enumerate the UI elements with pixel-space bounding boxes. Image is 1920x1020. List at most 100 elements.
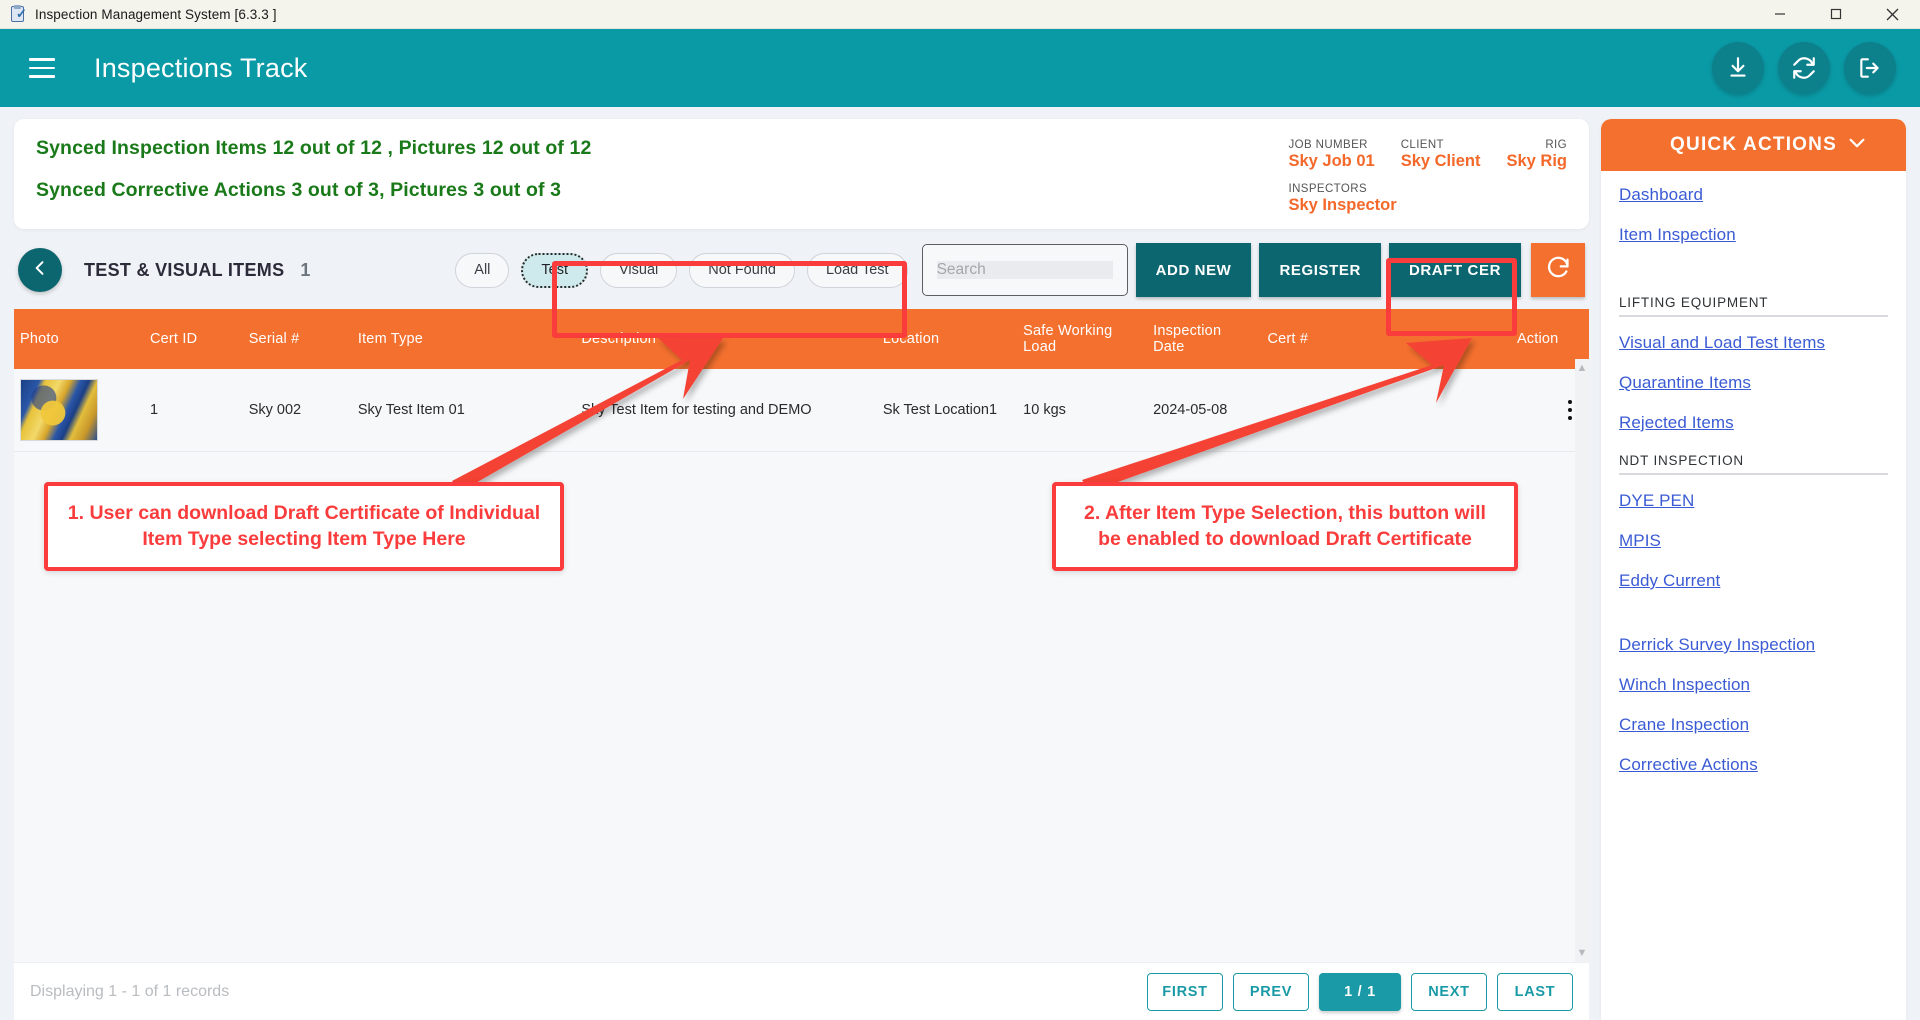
table-footer: Displaying 1 - 1 of 1 records FIRST PREV…	[14, 962, 1589, 1020]
cell-photo	[14, 369, 144, 452]
window-title-bar: ✓ Inspection Management System [6.3.3 ]	[0, 0, 1920, 29]
table-header-row: Photo Cert ID Serial # Item Type Descrip…	[14, 309, 1589, 369]
cell-spacer	[1375, 369, 1511, 452]
maximize-icon[interactable]	[1808, 0, 1864, 29]
col-safe-working-load: Safe Working Load	[1017, 309, 1148, 369]
cell-description: Sky Test Item for testing and DEMO	[575, 369, 877, 452]
quick-link-winch-inspection[interactable]: Winch Inspection	[1619, 675, 1888, 695]
filter-chip-test[interactable]: Test	[521, 252, 588, 288]
sync-button[interactable]	[1778, 42, 1830, 94]
minimize-icon[interactable]	[1752, 0, 1808, 29]
quick-actions-title: QUICK ACTIONS	[1670, 134, 1837, 155]
quick-link-derrick-survey-inspection[interactable]: Derrick Survey Inspection	[1619, 635, 1888, 655]
sync-status-card: Synced Inspection Items 12 out of 12 , P…	[14, 119, 1589, 229]
cell-cert-no	[1261, 369, 1376, 452]
job-number-field: JOB NUMBER Sky Job 01	[1288, 139, 1374, 171]
items-toolbar: TEST & VISUAL ITEMS 1 All Test Visual No…	[14, 229, 1589, 309]
col-spacer	[1375, 309, 1511, 369]
quick-actions-header[interactable]: QUICK ACTIONS	[1601, 119, 1906, 171]
quick-link-rejected-items[interactable]: Rejected Items	[1619, 413, 1888, 433]
add-new-button[interactable]: ADD NEW	[1135, 243, 1252, 297]
client-field: CLIENT Sky Client	[1401, 139, 1481, 171]
inspectors-label: INSPECTORS	[1288, 183, 1368, 195]
records-count-text: Displaying 1 - 1 of 1 records	[30, 982, 230, 1000]
page-title: Inspections Track	[94, 52, 308, 83]
download-button[interactable]	[1712, 42, 1764, 94]
annotation-note-2: 2. After Item Type Selection, this butto…	[1052, 482, 1518, 571]
quick-link-mpis[interactable]: MPIS	[1619, 531, 1888, 551]
rig-value: Sky Rig	[1506, 152, 1567, 170]
items-table: Photo Cert ID Serial # Item Type Descrip…	[14, 309, 1589, 962]
register-button[interactable]: REGISTER	[1259, 243, 1381, 297]
draft-cer-button[interactable]: DRAFT CER	[1388, 243, 1521, 297]
refresh-button[interactable]	[1531, 243, 1585, 297]
pagination-next-button[interactable]: NEXT	[1411, 972, 1487, 1011]
sync-status-lines: Synced Inspection Items 12 out of 12 , P…	[36, 137, 1288, 202]
close-icon[interactable]	[1864, 0, 1920, 29]
table-scrollbar[interactable]: ▲ ▼	[1575, 359, 1589, 962]
col-serial: Serial #	[242, 309, 352, 369]
quick-actions-gap-1	[1619, 265, 1888, 289]
item-thumbnail[interactable]	[20, 379, 98, 441]
job-info-panel: JOB NUMBER Sky Job 01 CLIENT Sky Client …	[1288, 137, 1567, 215]
search-box[interactable]	[921, 244, 1128, 296]
pagination-current-page[interactable]: 1 / 1	[1319, 972, 1401, 1011]
client-label: CLIENT	[1400, 139, 1444, 151]
quick-link-dye-pen[interactable]: DYE PEN	[1619, 491, 1888, 511]
job-number-value: Sky Job 01	[1288, 152, 1375, 170]
chevron-left-icon	[30, 258, 50, 283]
cell-inspection-date: 2024-05-08	[1147, 369, 1262, 452]
col-description: Description	[575, 309, 877, 369]
col-inspection-date: Inspection Date	[1147, 309, 1262, 369]
rig-label: RIG	[1545, 139, 1567, 151]
col-cert-no: Cert #	[1261, 309, 1376, 369]
pagination: FIRST PREV 1 / 1 NEXT LAST	[1147, 972, 1573, 1011]
filter-chip-not-found[interactable]: Not Found	[689, 252, 795, 288]
quick-group-ndt-inspection: NDT INSPECTION	[1619, 453, 1888, 475]
filter-chip-visual[interactable]: Visual	[600, 252, 678, 288]
pagination-last-button[interactable]: LAST	[1497, 972, 1573, 1011]
table-row[interactable]: 1 Sky 002 Sky Test Item 01 Sky Test Item…	[14, 369, 1589, 452]
col-photo: Photo	[14, 309, 144, 369]
pagination-first-button[interactable]: FIRST	[1147, 972, 1223, 1011]
sync-icon	[1791, 55, 1817, 81]
download-icon	[1725, 55, 1751, 81]
cell-item-type: Sky Test Item 01	[351, 369, 576, 452]
chevron-down-icon[interactable]	[1846, 132, 1868, 159]
filter-chip-load-test[interactable]: Load Test	[806, 252, 908, 288]
cell-serial: Sky 002	[242, 369, 352, 452]
section-count: 1	[300, 259, 311, 280]
rig-field: RIG Sky Rig	[1506, 139, 1567, 171]
inspectors-field: INSPECTORS Sky Inspector	[1288, 183, 1567, 215]
logout-button[interactable]	[1844, 42, 1896, 94]
logout-icon	[1857, 55, 1883, 81]
quick-link-eddy-current[interactable]: Eddy Current	[1619, 571, 1888, 591]
filter-chip-all[interactable]: All	[455, 252, 510, 288]
col-item-type: Item Type	[351, 309, 576, 369]
quick-group-lifting-equipment: LIFTING EQUIPMENT	[1619, 295, 1888, 317]
quick-link-visual-and-load-test-items[interactable]: Visual and Load Test Items	[1619, 333, 1888, 353]
scroll-up-icon[interactable]: ▲	[1577, 362, 1588, 374]
quick-link-quarantine-items[interactable]: Quarantine Items	[1619, 373, 1888, 393]
cell-cert-id: 1	[143, 369, 243, 452]
quick-link-item-inspection[interactable]: Item Inspection	[1619, 225, 1888, 245]
col-cert-id: Cert ID	[143, 309, 243, 369]
scroll-down-icon[interactable]: ▼	[1577, 947, 1588, 959]
search-input[interactable]	[936, 261, 1113, 279]
inspectors-value: Sky Inspector	[1288, 196, 1397, 214]
col-location: Location	[876, 309, 1018, 369]
client-value: Sky Client	[1400, 152, 1481, 170]
back-button[interactable]	[18, 248, 62, 292]
app-bar-actions	[1712, 42, 1896, 94]
app-bar: Inspections Track	[0, 29, 1920, 107]
quick-link-crane-inspection[interactable]: Crane Inspection	[1619, 715, 1888, 735]
quick-link-corrective-actions[interactable]: Corrective Actions	[1619, 755, 1888, 775]
pagination-prev-button[interactable]: PREV	[1233, 972, 1309, 1011]
annotation-note-1: 1. User can download Draft Certificate o…	[44, 482, 564, 571]
hamburger-menu-icon[interactable]	[20, 46, 64, 90]
section-title: TEST & VISUAL ITEMS	[84, 259, 285, 280]
refresh-icon	[1545, 254, 1572, 286]
quick-actions-list: Dashboard Item Inspection LIFTING EQUIPM…	[1601, 171, 1906, 775]
window-title: Inspection Management System [6.3.3 ]	[35, 6, 277, 22]
quick-link-dashboard[interactable]: Dashboard	[1619, 185, 1888, 205]
